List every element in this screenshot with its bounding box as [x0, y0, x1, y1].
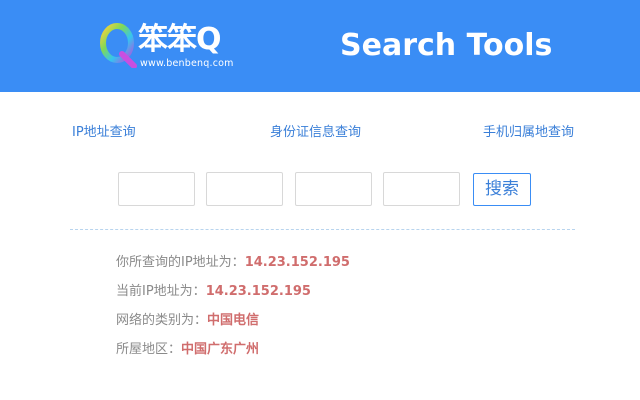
ip-octet-4-input[interactable] — [383, 172, 460, 206]
ip-octet-1-input[interactable] — [118, 172, 195, 206]
logo-q-icon — [100, 23, 137, 68]
result-label: 网络的类别为： — [116, 313, 208, 328]
nav-phone-lookup-link[interactable]: 手机归属地查询 — [483, 124, 574, 142]
nav-ip-lookup-link[interactable]: IP地址查询 — [72, 124, 136, 142]
section-divider — [70, 229, 575, 230]
header-bar: 笨笨Q www.benbenq.com Search Tools — [0, 0, 640, 92]
result-label: 所屋地区： — [116, 342, 182, 357]
page-title: Search Tools — [340, 28, 553, 63]
result-value: 中国广东广州 — [181, 342, 260, 357]
logo-url: www.benbenq.com — [140, 58, 234, 69]
result-value: 14.23.152.195 — [205, 284, 311, 299]
result-label: 当前IP地址为： — [116, 284, 206, 299]
ip-octet-3-input[interactable] — [295, 172, 372, 206]
result-value: 中国电信 — [207, 313, 260, 328]
result-queried-ip: 你所查询的IP地址为：14.23.152.195 — [116, 254, 350, 272]
result-label: 你所查询的IP地址为： — [116, 255, 245, 270]
nav-id-lookup-link[interactable]: 身份证信息查询 — [270, 124, 361, 142]
result-network-type: 网络的类别为：中国电信 — [116, 312, 259, 330]
result-region: 所屋地区：中国广东广州 — [116, 341, 259, 359]
result-value: 14.23.152.195 — [244, 255, 350, 270]
site-logo[interactable]: 笨笨Q www.benbenq.com — [98, 20, 258, 72]
search-button[interactable]: 搜索 — [473, 173, 531, 206]
result-current-ip: 当前IP地址为：14.23.152.195 — [116, 283, 311, 301]
logo-text: 笨笨Q — [138, 22, 222, 57]
ip-octet-2-input[interactable] — [206, 172, 283, 206]
